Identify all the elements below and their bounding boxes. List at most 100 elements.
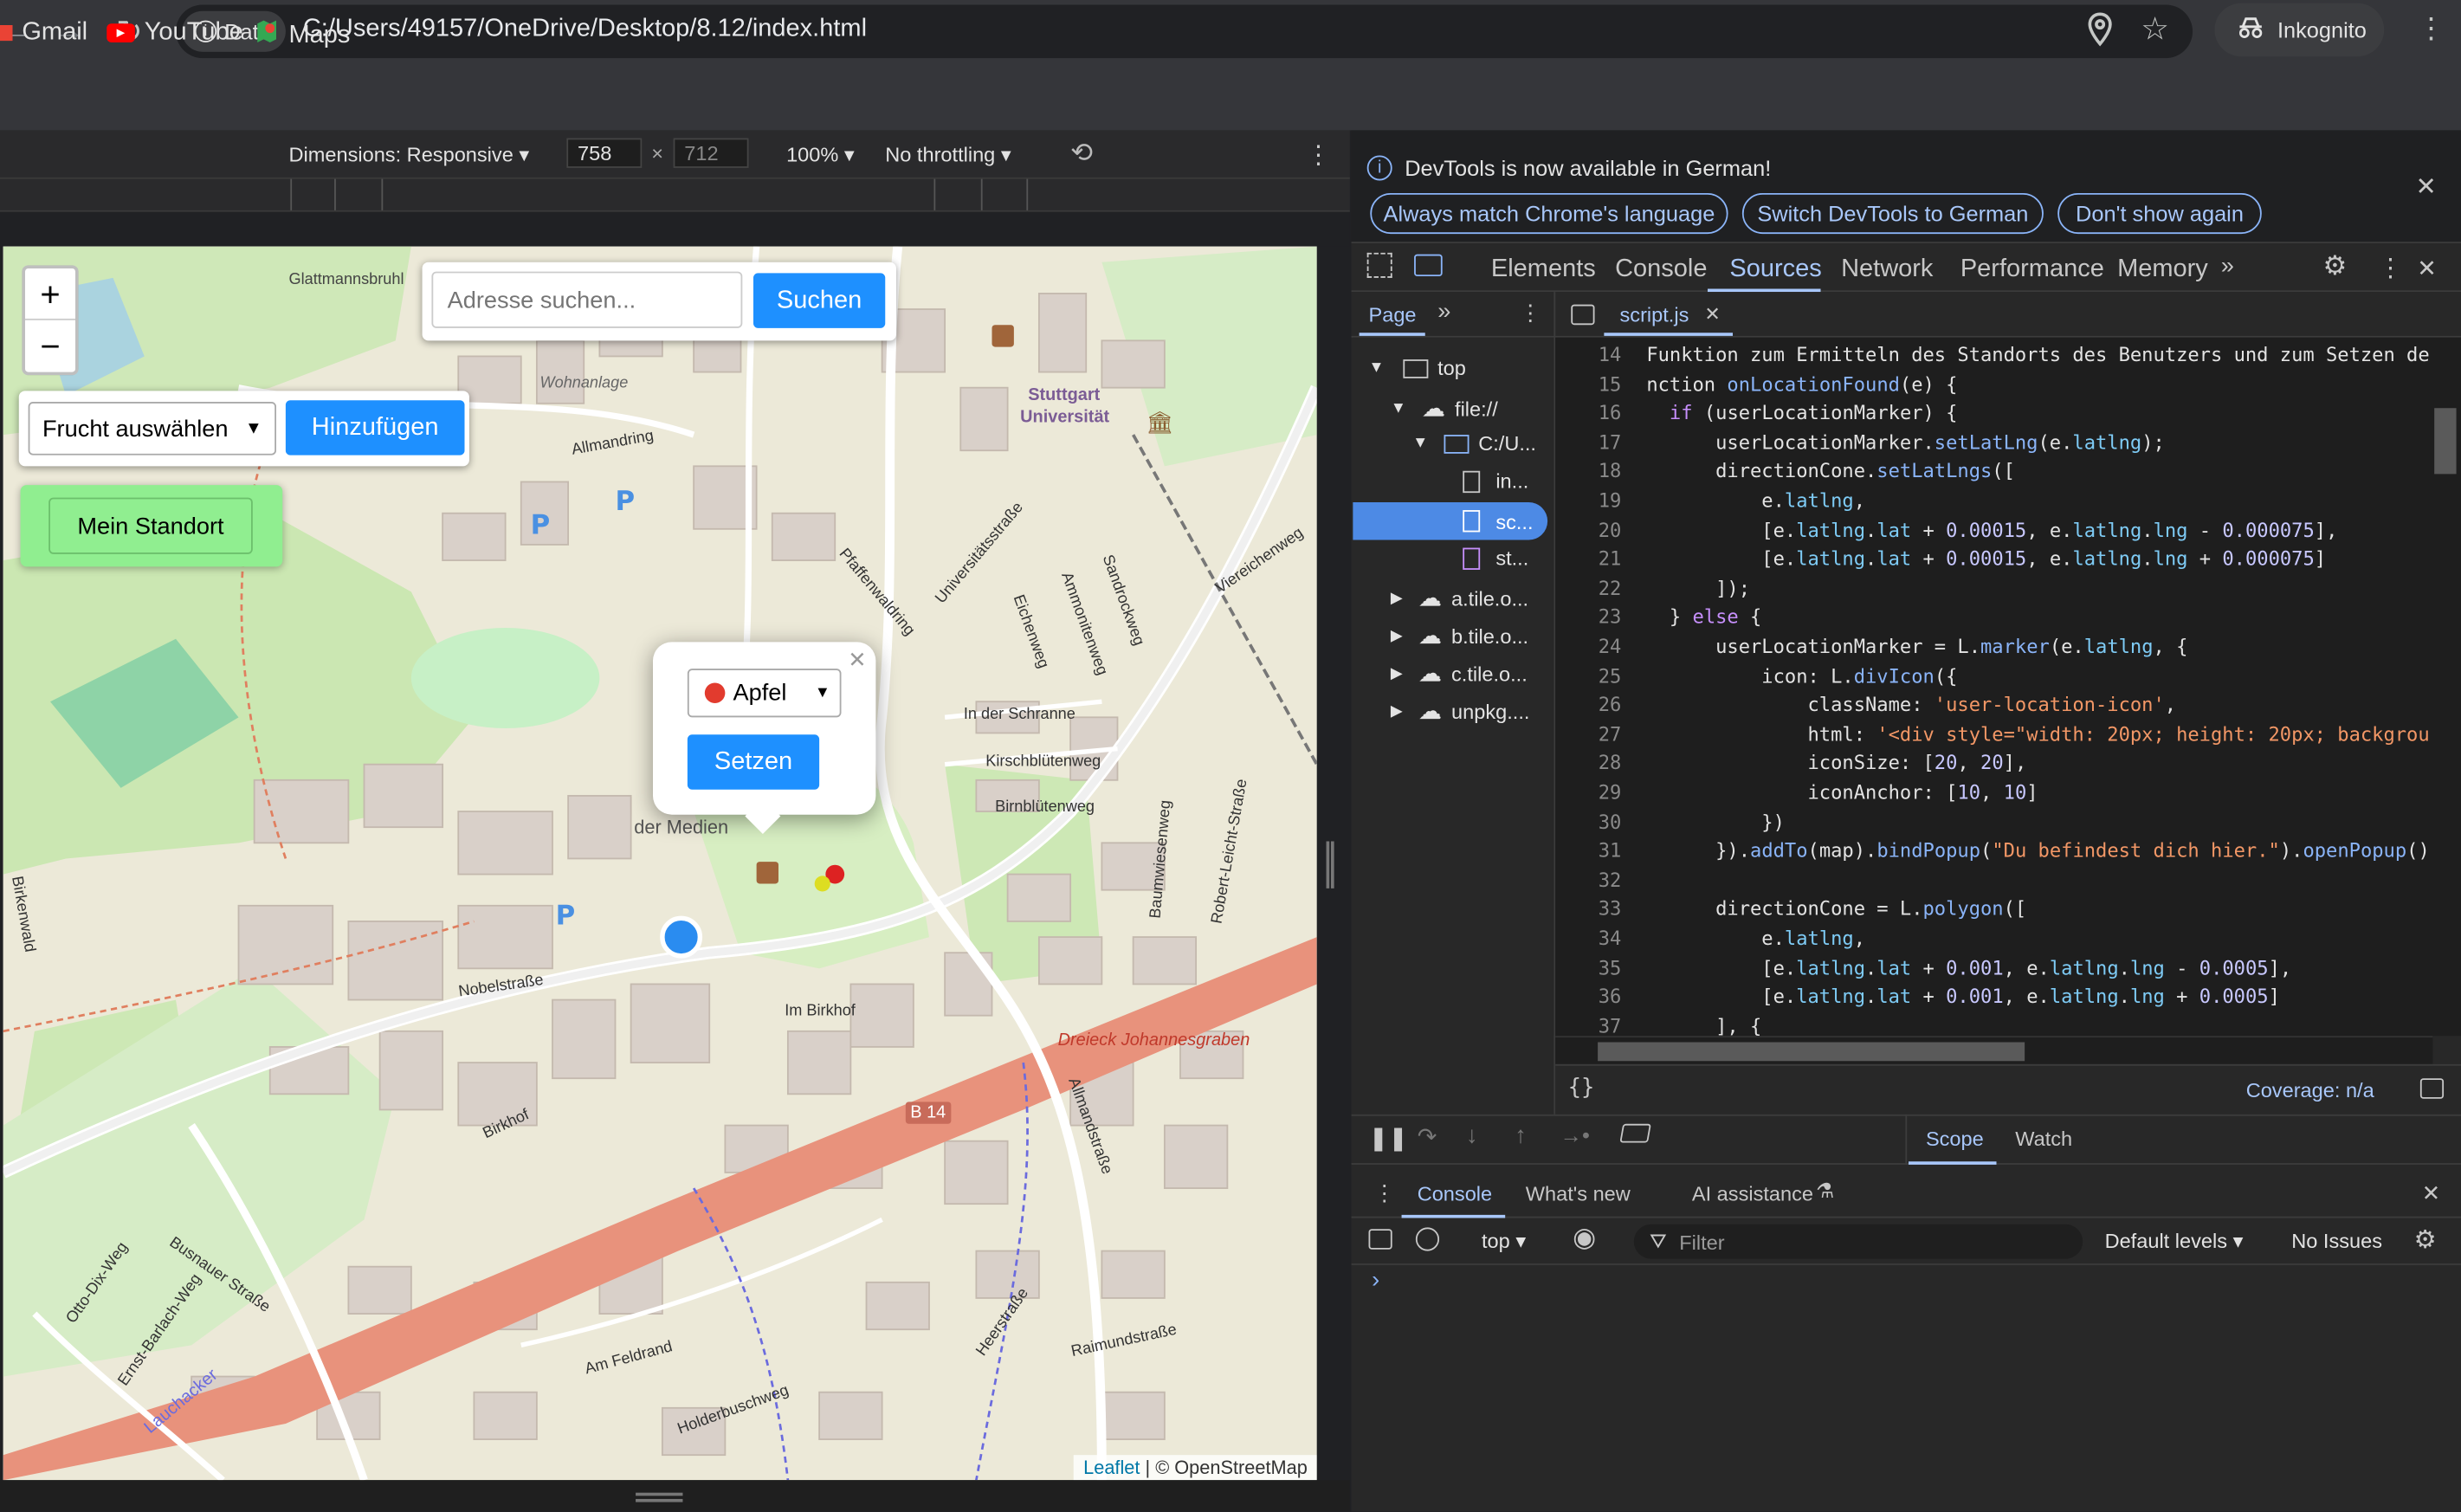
levels-dropdown[interactable]: Default levels ▾	[2105, 1229, 2244, 1254]
search-input[interactable]	[431, 271, 743, 328]
gear-icon[interactable]: ⚙	[2323, 251, 2348, 282]
tab-elements[interactable]: Elements	[1491, 255, 1596, 284]
height-input[interactable]: 712	[673, 138, 749, 168]
tab-performance[interactable]: Performance	[1960, 255, 2104, 284]
pause-icon[interactable]: ❚❚	[1369, 1124, 1409, 1153]
throttling-dropdown[interactable]: No throttling ▾	[885, 143, 1011, 168]
device-menu-icon[interactable]: ⋮	[1306, 139, 1331, 171]
tab-console[interactable]: Console	[1615, 255, 1707, 284]
incognito-chip[interactable]: Inkognito	[2214, 3, 2385, 57]
fruit-select[interactable]: Frucht auswählen ▼	[28, 402, 276, 456]
tree-item-style[interactable]: st...	[1463, 546, 1528, 570]
code-editor[interactable]: 14 Funktion zum Ermitteln des Standorts d…	[1555, 337, 2433, 1037]
close-file-icon[interactable]: ✕	[1704, 303, 1720, 325]
tab-sources[interactable]: Sources	[1729, 255, 1821, 284]
horizontal-scrollbar[interactable]	[1555, 1036, 2433, 1064]
line-number[interactable]: 21	[1555, 548, 1622, 570]
tab-network[interactable]: Network	[1841, 255, 1933, 284]
coverage-icon[interactable]	[2419, 1078, 2445, 1099]
line-number[interactable]: 14	[1555, 344, 1622, 365]
dont-show-button[interactable]: Don't show again	[2057, 192, 2262, 235]
step-into-icon[interactable]: ↓	[1466, 1122, 1478, 1149]
line-number[interactable]: 37	[1555, 1015, 1622, 1036]
media-query-bar[interactable]	[0, 177, 1350, 212]
clear-console-icon[interactable]	[1415, 1227, 1440, 1251]
more-icon[interactable]: »	[1437, 298, 1450, 325]
rotate-icon[interactable]: ⟲	[1070, 139, 1093, 170]
bookmark-maps[interactable]: Maps	[255, 19, 350, 52]
line-number[interactable]: 16	[1555, 402, 1622, 423]
close-icon[interactable]: ✕	[848, 647, 866, 674]
sidebar-toggle-icon[interactable]	[1571, 304, 1595, 326]
line-number[interactable]: 17	[1555, 431, 1622, 453]
console-filter[interactable]: ⛛ Filter	[1633, 1224, 2083, 1259]
line-number[interactable]: 33	[1555, 898, 1622, 920]
line-number[interactable]: 32	[1555, 869, 1622, 891]
match-language-button[interactable]: Always match Chrome's language	[1370, 192, 1728, 235]
close-icon[interactable]: ✕	[2415, 171, 2436, 203]
device-toggle-icon[interactable]	[1414, 254, 1443, 276]
tree-item-script[interactable]: sc...	[1353, 502, 1548, 540]
navigator-menu-icon[interactable]: ⋮	[1520, 300, 1541, 326]
drawer-tab-console[interactable]: Console	[1418, 1182, 1492, 1205]
leaflet-link[interactable]: Leaflet	[1083, 1457, 1140, 1478]
line-number[interactable]: 24	[1555, 636, 1622, 657]
console-area[interactable]	[1351, 1264, 2461, 1512]
line-number[interactable]: 19	[1555, 490, 1622, 512]
line-number[interactable]: 18	[1555, 461, 1622, 482]
dimensions-dropdown[interactable]: Dimensions: Responsive ▾	[289, 143, 530, 168]
viewport-resize-handle[interactable]	[1326, 841, 1334, 888]
bookmark-youtube[interactable]: ▶ YouTube	[107, 19, 243, 48]
line-number[interactable]: 31	[1555, 840, 1622, 862]
browser-menu-icon[interactable]: ⋮	[2417, 13, 2445, 46]
close-drawer-icon[interactable]: ✕	[2422, 1180, 2440, 1207]
drawer-tab-ai[interactable]: AI assistance	[1692, 1182, 1813, 1205]
file-tab-scriptjs[interactable]: script.js	[1620, 303, 1689, 326]
tree-item-folder[interactable]: ▼ C:/U...	[1412, 431, 1536, 455]
tree-item-top[interactable]: ▼ top	[1369, 356, 1466, 379]
url-text[interactable]: C:/Users/49157/OneDrive/Desktop/8.12/ind…	[303, 16, 867, 44]
devtools-menu-icon[interactable]: ⋮	[2378, 253, 2403, 284]
tree-item-file[interactable]: ▼ ☁ file://	[1391, 394, 1498, 423]
deactivate-breakpoints-icon[interactable]	[1619, 1123, 1651, 1143]
tab-memory[interactable]: Memory	[2117, 255, 2208, 284]
tree-item-btile[interactable]: ▶ ☁ b.tile.o...	[1391, 622, 1528, 650]
map-container[interactable]: P P P 🏛 Glattmannsbruhl Stuttgart Univer…	[3, 246, 1317, 1481]
line-number[interactable]: 29	[1555, 782, 1622, 804]
tree-item-index[interactable]: in...	[1463, 469, 1528, 493]
zoom-out-button[interactable]: −	[25, 320, 75, 372]
issues-label[interactable]: No Issues	[2291, 1229, 2382, 1252]
tree-item-atile[interactable]: ▶ ☁ a.tile.o...	[1391, 584, 1528, 612]
bottom-resize-handle[interactable]	[636, 1492, 683, 1502]
tab-watch[interactable]: Watch	[2015, 1127, 2072, 1150]
console-sidebar-icon[interactable]	[1368, 1229, 1392, 1250]
add-button[interactable]: Hinzufügen	[285, 400, 465, 456]
console-settings-icon[interactable]: ⚙	[2414, 1224, 2437, 1256]
step-over-icon[interactable]: ↷	[1418, 1122, 1437, 1151]
zoom-dropdown[interactable]: 100% ▾	[786, 143, 855, 168]
tab-scope[interactable]: Scope	[1926, 1127, 1984, 1150]
switch-german-button[interactable]: Switch DevTools to German	[1741, 192, 2044, 235]
step-out-icon[interactable]: ↑	[1515, 1122, 1527, 1149]
line-number[interactable]: 20	[1555, 519, 1622, 540]
line-number[interactable]: 34	[1555, 927, 1622, 949]
close-devtools-icon[interactable]: ✕	[2417, 255, 2437, 282]
width-input[interactable]: 758	[566, 138, 643, 168]
pretty-print-icon[interactable]: {}	[1568, 1076, 1595, 1101]
context-dropdown[interactable]: top ▾	[1482, 1229, 1526, 1254]
line-number[interactable]: 27	[1555, 723, 1622, 745]
drawer-tab-whats-new[interactable]: What's new	[1526, 1182, 1631, 1205]
line-number[interactable]: 23	[1555, 606, 1622, 628]
my-location-button[interactable]: Mein Standort	[48, 497, 253, 554]
navigator-tab-page[interactable]: Page	[1369, 303, 1417, 326]
bookmark-gmail[interactable]: Gmail	[0, 19, 87, 48]
tree-item-ctile[interactable]: ▶ ☁ c.tile.o...	[1391, 659, 1528, 688]
step-icon[interactable]: →•	[1560, 1122, 1590, 1147]
inspect-icon[interactable]	[1366, 252, 1392, 278]
zoom-in-button[interactable]: +	[25, 268, 75, 320]
star-icon[interactable]: ☆	[2141, 10, 2169, 48]
line-number[interactable]: 28	[1555, 753, 1622, 774]
line-number[interactable]: 26	[1555, 694, 1622, 715]
line-number[interactable]: 15	[1555, 373, 1622, 395]
drawer-menu-icon[interactable]: ⋮	[1373, 1180, 1395, 1207]
